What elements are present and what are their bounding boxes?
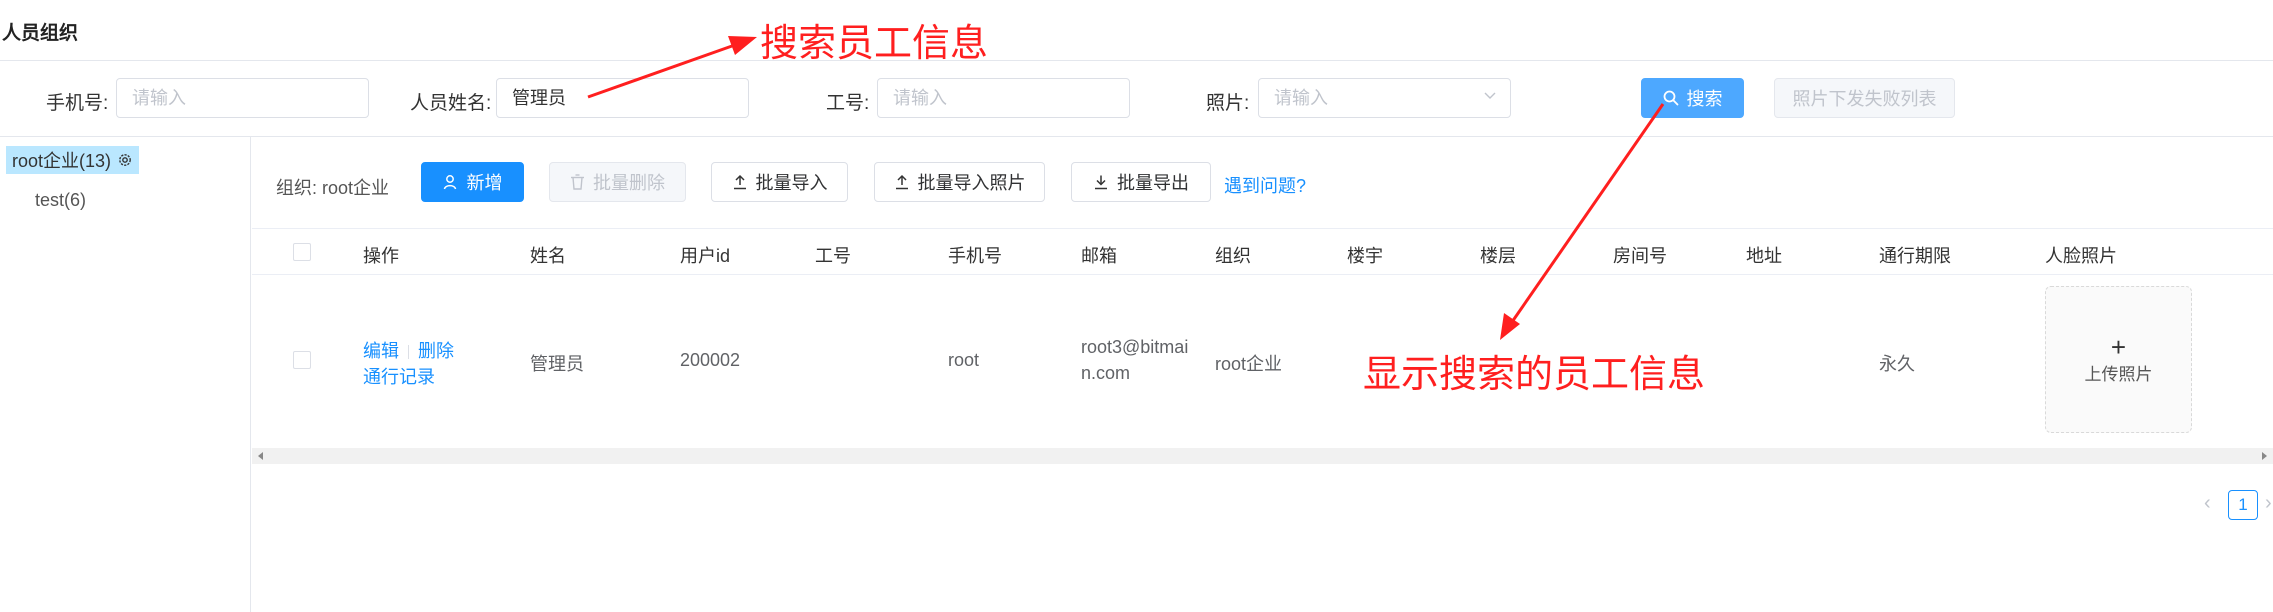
row-checkbox[interactable] bbox=[293, 351, 311, 369]
scroll-right-arrow-icon[interactable] bbox=[2262, 452, 2267, 460]
name-filter-label: 人员姓名: bbox=[410, 93, 492, 114]
photo-filter-select[interactable]: 请输入 bbox=[1258, 78, 1511, 118]
batch-import-button[interactable]: 批量导入 bbox=[711, 162, 848, 202]
phone-filter-label: 手机号: bbox=[46, 93, 109, 114]
column-header: 操作 bbox=[363, 246, 399, 266]
column-header: 邮箱 bbox=[1081, 246, 1117, 266]
action-separator bbox=[408, 345, 409, 360]
column-header: 地址 bbox=[1746, 246, 1782, 266]
column-header: 用户id bbox=[680, 246, 731, 266]
table-header-border bbox=[252, 274, 2273, 275]
delete-link[interactable]: 删除 bbox=[418, 341, 454, 361]
failed-photo-list-label: 照片下发失败列表 bbox=[1792, 89, 1937, 109]
batch-delete-label: 批量删除 bbox=[593, 173, 665, 193]
chevron-down-icon bbox=[1484, 92, 1496, 99]
photo-filter-label: 照片: bbox=[1206, 93, 1250, 114]
cell-phone: root bbox=[948, 350, 980, 370]
annotation-arrowhead bbox=[728, 36, 757, 55]
scroll-left-arrow-icon[interactable] bbox=[258, 452, 263, 460]
add-button-label: 新增 bbox=[466, 173, 503, 193]
column-header: 手机号 bbox=[948, 246, 1002, 266]
row-actions: 编辑 删除 bbox=[363, 337, 454, 363]
gear-icon[interactable] bbox=[117, 152, 133, 168]
column-header: 姓名 bbox=[530, 246, 566, 266]
header-divider bbox=[0, 60, 2273, 61]
column-header: 组织 bbox=[1215, 246, 1251, 266]
employee-no-filter-input[interactable]: 请输入 bbox=[877, 78, 1130, 118]
select-all-checkbox[interactable] bbox=[293, 243, 311, 261]
annotation-arrowhead bbox=[1500, 313, 1520, 340]
cell-org: root企业 bbox=[1215, 354, 1283, 374]
tree-node-test[interactable]: test(6) bbox=[35, 190, 86, 211]
phone-filter-input[interactable]: 请输入 bbox=[116, 78, 369, 118]
horizontal-scrollbar[interactable] bbox=[252, 448, 2273, 464]
page-1-button[interactable]: 1 bbox=[2228, 490, 2258, 520]
column-header: 通行期限 bbox=[1879, 246, 1951, 266]
column-header: 人脸照片 bbox=[2045, 246, 2117, 266]
photo-filter-placeholder: 请输入 bbox=[1274, 88, 1328, 108]
help-link[interactable]: 遇到问题? bbox=[1224, 172, 1306, 198]
sidebar-divider bbox=[250, 137, 251, 612]
column-header: 工号 bbox=[815, 246, 851, 266]
employee-no-filter-label: 工号: bbox=[826, 93, 870, 114]
cell-email-line2: n.com bbox=[1081, 363, 1131, 383]
result-annotation: 显示搜索的员工信息 bbox=[1363, 354, 1706, 396]
name-filter-input[interactable]: 管理员 bbox=[496, 78, 749, 118]
column-header: 楼层 bbox=[1480, 246, 1516, 266]
tree-node-root[interactable]: root企业(13) bbox=[6, 146, 140, 174]
tree-node-root-label: root企业(13) bbox=[12, 151, 112, 171]
add-button[interactable]: 新增 bbox=[421, 162, 524, 202]
plus-icon: + bbox=[2110, 332, 2127, 362]
upload-photo-label: 上传照片 bbox=[2084, 365, 2153, 384]
access-records-link[interactable]: 通行记录 bbox=[363, 363, 435, 389]
batch-import-photos-button[interactable]: 批量导入照片 bbox=[874, 162, 1045, 202]
cell-access-period: 永久 bbox=[1879, 354, 1915, 374]
filter-divider bbox=[0, 136, 2273, 137]
column-header: 房间号 bbox=[1613, 246, 1667, 266]
cell-email-line1: root3@bitmai bbox=[1081, 337, 1189, 357]
upload-icon bbox=[733, 174, 746, 190]
batch-export-label: 批量导出 bbox=[1117, 173, 1189, 193]
column-header: 楼宇 bbox=[1347, 246, 1383, 266]
current-org-label: 组织: root企业 bbox=[276, 178, 390, 198]
batch-delete-button[interactable]: 批量删除 bbox=[549, 162, 686, 202]
cell-name: 管理员 bbox=[530, 354, 584, 374]
search-button-label: 搜索 bbox=[1686, 89, 1723, 109]
failed-photo-list-button[interactable]: 照片下发失败列表 bbox=[1774, 78, 1955, 118]
add-user-icon bbox=[443, 175, 456, 190]
search-button[interactable]: 搜索 bbox=[1641, 78, 1744, 118]
next-page-button[interactable]: › bbox=[2265, 492, 2272, 515]
batch-import-photos-label: 批量导入照片 bbox=[917, 173, 1026, 193]
download-icon bbox=[1095, 175, 1107, 190]
page-title: 人员组织 bbox=[2, 23, 79, 44]
batch-import-label: 批量导入 bbox=[755, 173, 828, 193]
trash-icon bbox=[571, 174, 584, 190]
edit-link[interactable]: 编辑 bbox=[363, 341, 399, 361]
batch-export-button[interactable]: 批量导出 bbox=[1071, 162, 1211, 202]
cell-user-id: 200002 bbox=[680, 350, 741, 370]
upload-photo-box[interactable]: + 上传照片 bbox=[2045, 286, 2192, 433]
prev-page-button[interactable]: ‹ bbox=[2204, 492, 2211, 515]
table-top-border bbox=[252, 228, 2273, 229]
search-icon bbox=[1663, 90, 1678, 106]
upload-icon bbox=[895, 174, 908, 190]
search-annotation: 搜索员工信息 bbox=[760, 23, 989, 65]
